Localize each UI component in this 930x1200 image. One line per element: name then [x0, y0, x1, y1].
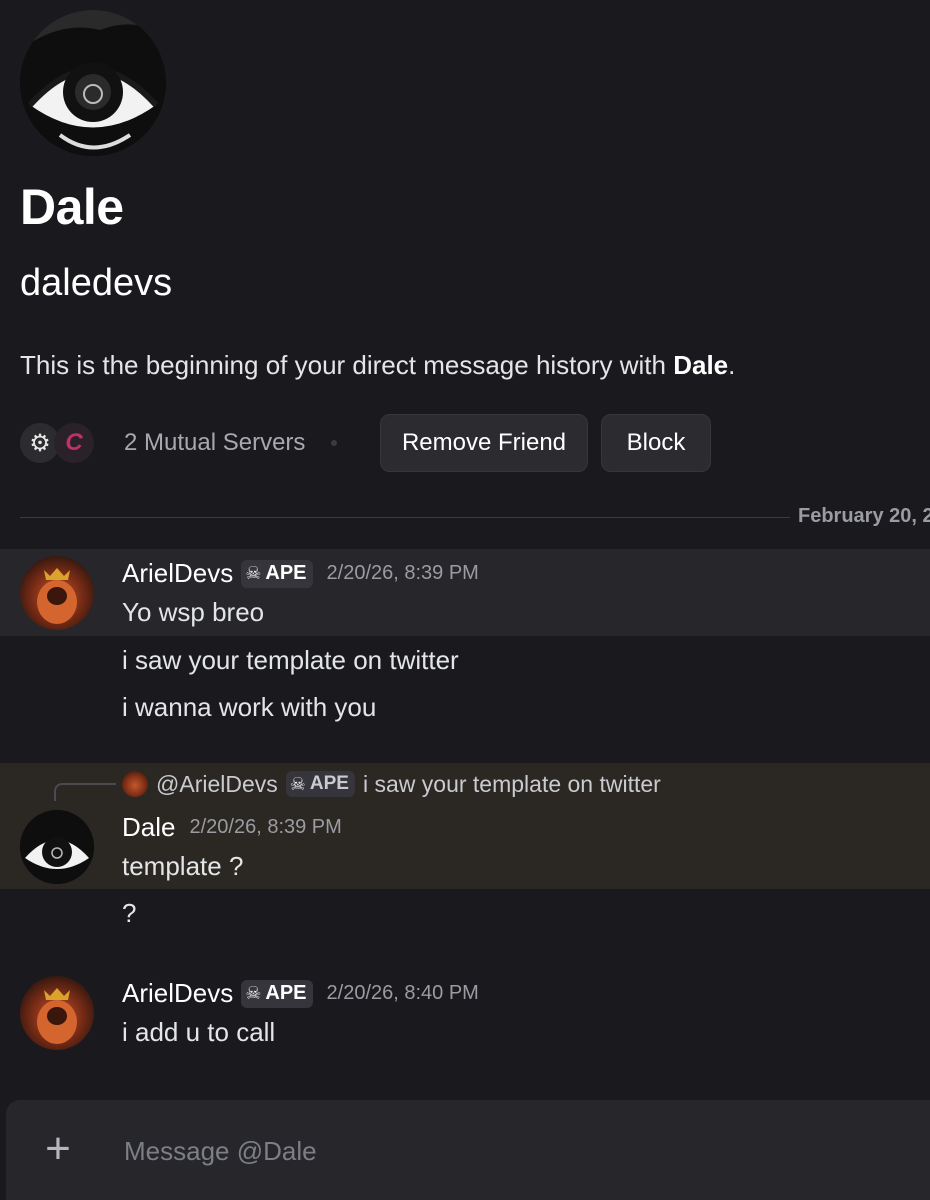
reply-connector-line — [54, 783, 116, 801]
date-divider-line — [20, 517, 790, 518]
message-timestamp: 2/20/26, 8:39 PM — [326, 562, 479, 584]
message-header: ArielDevs ☠ APE 2/20/26, 8:39 PM — [122, 558, 479, 589]
profile-display-name: Dale — [20, 179, 124, 235]
history-intro-suffix: . — [728, 350, 736, 380]
server-tag[interactable]: ☠ APE — [285, 771, 355, 797]
message-author[interactable]: Dale — [122, 812, 175, 843]
reply-text: i saw your template on twitter — [362, 770, 661, 797]
message-text: i add u to call — [122, 1017, 276, 1047]
skull-icon: ☠ — [245, 983, 262, 1003]
server-tag-label: APE — [309, 773, 349, 794]
history-intro: This is the beginning of your direct mes… — [20, 350, 735, 381]
reply-author-avatar — [122, 771, 148, 797]
dale-avatar[interactable] — [20, 810, 94, 884]
plus-icon[interactable]: + — [38, 1127, 78, 1171]
skull-icon: ☠ — [289, 773, 306, 794]
message-timestamp: 2/20/26, 8:40 PM — [326, 982, 479, 1004]
remove-friend-button[interactable]: Remove Friend — [380, 414, 588, 472]
message-text: i saw your template on twitter — [122, 645, 459, 675]
server-tag[interactable]: ☠ APE — [241, 559, 313, 588]
c-logo-icon: C — [54, 423, 94, 463]
mutual-servers[interactable]: ⚙ C 2 Mutual Servers — [20, 414, 338, 472]
dm-channel: Dale daledevs This is the beginning of y… — [0, 0, 930, 1200]
skull-icon: ☠ — [245, 563, 262, 583]
message-text: ? — [122, 898, 137, 928]
server-tag[interactable]: ☠ APE — [241, 979, 313, 1008]
reply-preview[interactable]: @ArielDevs ☠ APE i saw your template on t… — [122, 768, 661, 800]
block-button[interactable]: Block — [601, 414, 711, 472]
history-intro-prefix: This is the beginning of your direct mes… — [20, 350, 674, 380]
hooded-figure-icon — [37, 988, 77, 1044]
message-text: template ? — [122, 851, 244, 881]
arieldevs-avatar[interactable] — [20, 976, 94, 1050]
eye-avatar-image — [20, 810, 94, 884]
server-tag-label: APE — [265, 562, 307, 584]
reply-author[interactable]: @ArielDevs — [156, 771, 278, 798]
profile-avatar[interactable] — [20, 10, 166, 156]
date-divider-label: February 20, 2 — [798, 505, 930, 527]
server-tag-label: APE — [265, 982, 307, 1004]
history-intro-name: Dale — [673, 350, 729, 380]
mutual-servers-label: 2 Mutual Servers — [124, 429, 306, 456]
message-timestamp: 2/20/26, 8:39 PM — [189, 816, 342, 838]
hooded-figure-icon — [37, 568, 77, 624]
message-author[interactable]: ArielDevs — [122, 558, 233, 589]
arieldevs-avatar[interactable] — [20, 556, 94, 630]
profile-username: daledevs — [20, 262, 173, 304]
message-composer: + — [6, 1100, 930, 1200]
message-author[interactable]: ArielDevs — [122, 978, 233, 1009]
separator-dot — [331, 440, 338, 446]
message-header: ArielDevs ☠ APE 2/20/26, 8:40 PM — [122, 978, 479, 1009]
message-text: i wanna work with you — [122, 692, 377, 722]
message-input[interactable] — [122, 1130, 906, 1172]
message-header: Dale 2/20/26, 8:39 PM — [122, 812, 342, 843]
eye-avatar-image — [20, 10, 166, 156]
message-text: Yo wsp breo — [122, 597, 265, 627]
